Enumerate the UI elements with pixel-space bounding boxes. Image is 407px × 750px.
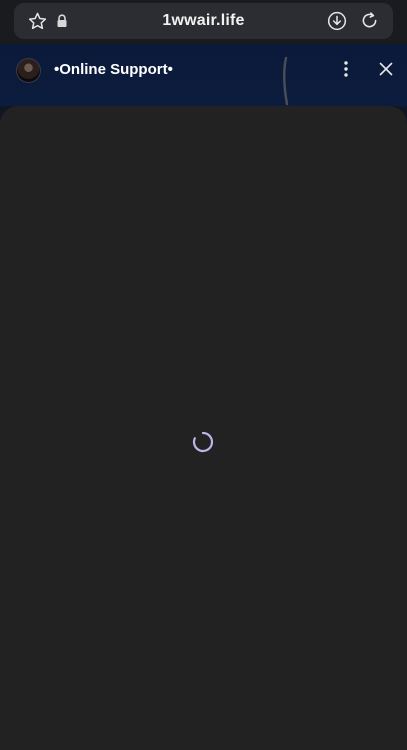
scroll-indicator — [283, 56, 289, 106]
avatar — [16, 58, 41, 83]
address-bar[interactable]: 1wwair.life — [14, 3, 393, 39]
chat-header: •Online Support• — [0, 44, 407, 106]
reload-icon[interactable] — [359, 10, 380, 31]
close-icon[interactable] — [378, 61, 394, 77]
page: 1wwair.life •Online Support• — [0, 0, 407, 750]
more-vertical-icon[interactable] — [341, 59, 351, 79]
browser-toolbar: 1wwair.life — [0, 0, 407, 44]
loading-spinner-icon — [192, 431, 214, 453]
chat-content — [0, 106, 407, 750]
download-icon[interactable] — [327, 11, 347, 31]
chat-title: •Online Support• — [54, 61, 173, 78]
